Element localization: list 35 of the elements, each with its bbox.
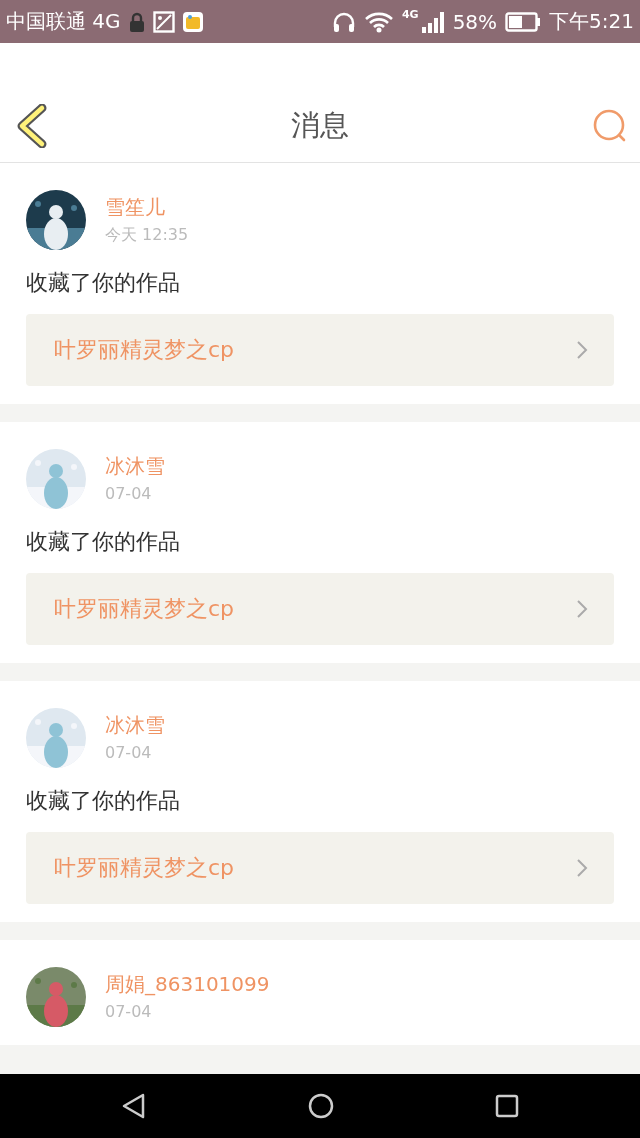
battery-text: 58% [452,9,498,34]
user-name-link[interactable]: 冰沐雪 [105,453,165,480]
back-button[interactable] [16,104,48,148]
user-name-link[interactable]: 冰沐雪 [105,712,165,739]
user-name-link[interactable]: 雪笙儿 [105,194,189,221]
message-time: 07-04 [105,743,153,762]
signal-icon [420,10,445,33]
home-icon[interactable] [308,1093,334,1119]
network-text: 4G [401,8,419,21]
image-icon [152,10,175,33]
carrier-text: 中国联通 4G [6,8,121,35]
page-title: 消息 [291,107,349,144]
message-time: 今天 12:35 [105,225,189,246]
message-time: 07-04 [105,1002,153,1021]
battery-icon [505,11,542,32]
message-text: 收藏了你的作品 [26,787,181,815]
lock-icon [128,11,145,32]
recent-apps-icon[interactable] [495,1094,520,1118]
chevron-right-icon [576,858,588,878]
user-name-link[interactable]: 周娟_863101099 [105,971,270,998]
work-link[interactable]: 叶罗丽精灵梦之cp [26,573,614,645]
wifi-icon [363,10,394,33]
message-time: 07-04 [105,484,153,503]
message-text: 收藏了你的作品 [26,528,181,556]
work-link[interactable]: 叶罗丽精灵梦之cp [26,832,614,904]
work-link[interactable]: 叶罗丽精灵梦之cp [26,314,614,386]
back-chevron-icon [16,104,48,148]
time-text: 下午5:21 [549,8,634,35]
chevron-right-icon [576,599,588,619]
back-icon[interactable] [120,1093,147,1119]
message-text: 收藏了你的作品 [26,269,181,297]
chevron-right-icon [576,340,588,360]
search-icon [592,108,628,144]
headphones-icon [331,10,356,33]
app-icon [182,11,203,32]
